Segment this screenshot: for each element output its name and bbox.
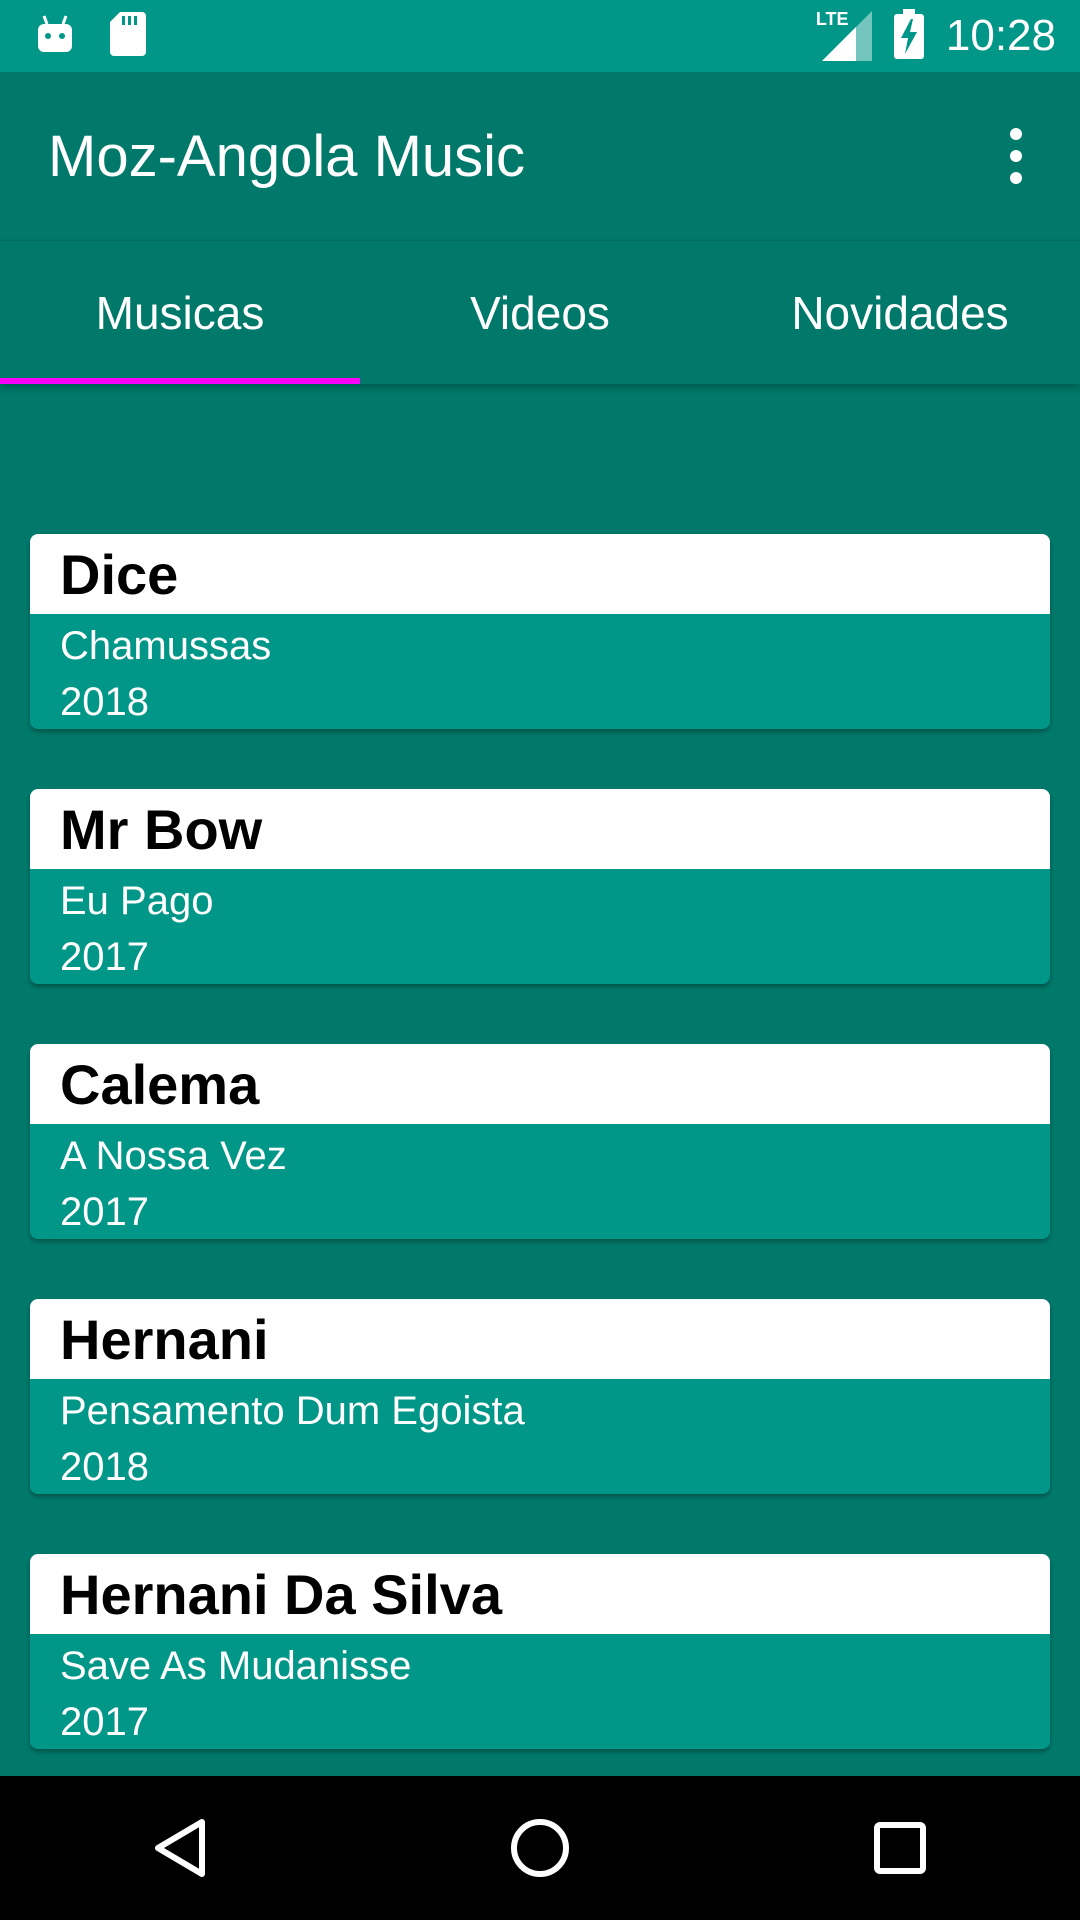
song-title: Save As Mudanisse	[60, 1644, 412, 1688]
battery-charging-icon	[893, 8, 924, 64]
home-icon[interactable]	[480, 1788, 600, 1908]
song-year: 2018	[60, 1445, 149, 1489]
sd-card-icon	[110, 11, 146, 61]
song-artist: Calema	[30, 1044, 1050, 1124]
song-artist: Hernani Da Silva	[30, 1554, 1050, 1634]
app-title: Moz-Angola Music	[48, 123, 526, 189]
navigation-bar	[0, 1776, 1080, 1920]
signal-icon: LTE	[815, 9, 872, 61]
song-artist: Mr Bow	[30, 789, 1050, 869]
tab-musicas[interactable]: Musicas	[0, 241, 360, 384]
song-title: Pensamento Dum Egoista	[60, 1389, 525, 1433]
song-details: Chamussas 2018	[30, 614, 1050, 729]
song-card[interactable]: Calema A Nossa Vez 2017	[30, 1044, 1050, 1239]
back-icon[interactable]	[120, 1788, 240, 1908]
song-card[interactable]: Hernani Da Silva Save As Mudanisse 2017	[30, 1554, 1050, 1749]
song-title: Chamussas	[60, 624, 272, 668]
song-title: A Nossa Vez	[60, 1134, 287, 1178]
song-card[interactable]: Hernani Pensamento Dum Egoista 2018	[30, 1299, 1050, 1494]
song-details: A Nossa Vez 2017	[30, 1124, 1050, 1239]
tab-bar: Musicas Videos Novidades	[0, 240, 1080, 384]
song-year: 2017	[60, 935, 149, 979]
song-title: Eu Pago	[60, 879, 214, 923]
song-card[interactable]: Dice Chamussas 2018	[30, 534, 1050, 729]
more-vert-icon[interactable]	[988, 116, 1044, 196]
song-card[interactable]: Mr Bow Eu Pago 2017	[30, 789, 1050, 984]
status-bar: LTE 10:28	[0, 0, 1080, 72]
app-bar: Moz-Angola Music	[0, 72, 1080, 240]
song-details: Eu Pago 2017	[30, 869, 1050, 984]
status-time: 10:28	[945, 11, 1056, 60]
song-year: 2018	[60, 680, 149, 724]
song-year: 2017	[60, 1190, 149, 1234]
song-artist: Hernani	[30, 1299, 1050, 1379]
android-icon	[36, 14, 74, 59]
song-year: 2017	[60, 1700, 149, 1744]
network-type-label: LTE	[815, 9, 849, 29]
song-artist: Dice	[30, 534, 1050, 614]
tab-videos[interactable]: Videos	[360, 241, 720, 384]
song-details: Save As Mudanisse 2017	[30, 1634, 1050, 1749]
recents-icon[interactable]	[840, 1788, 960, 1908]
tab-novidades[interactable]: Novidades	[720, 241, 1080, 384]
song-list[interactable]: Dice Chamussas 2018 Mr Bow Eu Pago 2017 …	[0, 384, 1080, 1776]
song-details: Pensamento Dum Egoista 2018	[30, 1379, 1050, 1494]
